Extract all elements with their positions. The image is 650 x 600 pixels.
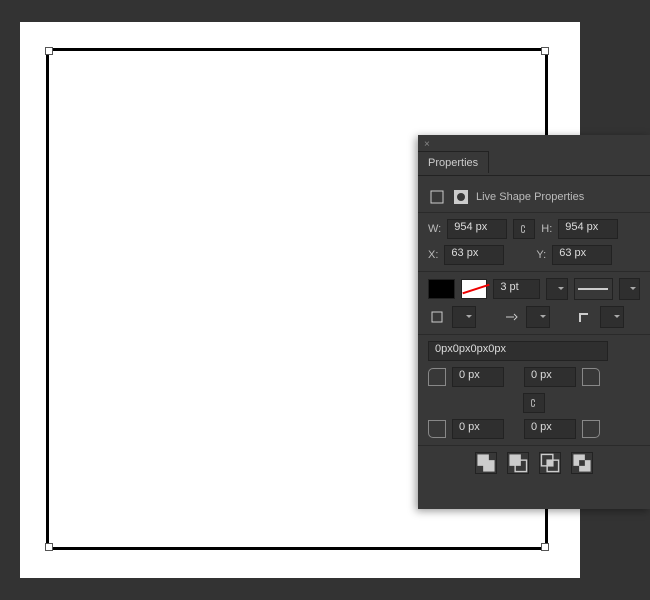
shape-type-icon: [428, 188, 446, 206]
properties-panel: × Properties Live Shape Properties W: H:…: [418, 135, 650, 509]
tab-properties[interactable]: Properties: [418, 151, 489, 173]
stroke-corners-dropdown[interactable]: [600, 306, 624, 328]
stroke-swatch[interactable]: [461, 279, 488, 299]
mask-icon: [452, 188, 470, 206]
y-label: Y:: [536, 249, 546, 261]
corner-tl-icon[interactable]: [428, 368, 446, 386]
corner-br-icon[interactable]: [582, 420, 600, 438]
corner-bl-input[interactable]: [452, 419, 504, 439]
close-icon[interactable]: ×: [424, 139, 430, 150]
corner-tr-input[interactable]: [524, 367, 576, 387]
transform-handle-bl[interactable]: [45, 543, 53, 551]
x-label: X:: [428, 249, 438, 261]
path-operations: [428, 452, 640, 474]
width-label: W:: [428, 223, 441, 235]
corners-summary-input[interactable]: [428, 341, 608, 361]
corner-br-input[interactable]: [524, 419, 576, 439]
fill-swatch[interactable]: [428, 279, 455, 299]
corner-bl-icon[interactable]: [428, 420, 446, 438]
stroke-align-icon[interactable]: [428, 308, 446, 326]
x-input[interactable]: [444, 245, 504, 265]
stroke-style-caret[interactable]: [619, 278, 640, 300]
height-input[interactable]: [558, 219, 618, 239]
stroke-corners-icon[interactable]: [576, 308, 594, 326]
subtitle-label: Live Shape Properties: [476, 191, 584, 203]
height-label: H:: [541, 223, 552, 235]
corner-tl-input[interactable]: [452, 367, 504, 387]
stroke-caps-dropdown[interactable]: [526, 306, 550, 328]
stroke-weight-dropdown[interactable]: [546, 278, 567, 300]
y-input[interactable]: [552, 245, 612, 265]
transform-handle-tl[interactable]: [45, 47, 53, 55]
stroke-weight-input[interactable]: [493, 279, 540, 299]
corner-tr-icon[interactable]: [582, 368, 600, 386]
transform-handle-br[interactable]: [541, 543, 549, 551]
link-wh-icon[interactable]: [513, 219, 535, 239]
width-input[interactable]: [447, 219, 507, 239]
stroke-style-dropdown[interactable]: [574, 278, 613, 300]
pathop-unite[interactable]: [475, 452, 497, 474]
pathop-exclude[interactable]: [571, 452, 593, 474]
pathop-intersect[interactable]: [539, 452, 561, 474]
stroke-caps-icon[interactable]: [502, 308, 520, 326]
panel-tabbar: Properties: [418, 151, 650, 176]
stroke-align-dropdown[interactable]: [452, 306, 476, 328]
pathop-subtract[interactable]: [507, 452, 529, 474]
link-corners-icon[interactable]: [523, 393, 545, 413]
transform-handle-tr[interactable]: [541, 47, 549, 55]
